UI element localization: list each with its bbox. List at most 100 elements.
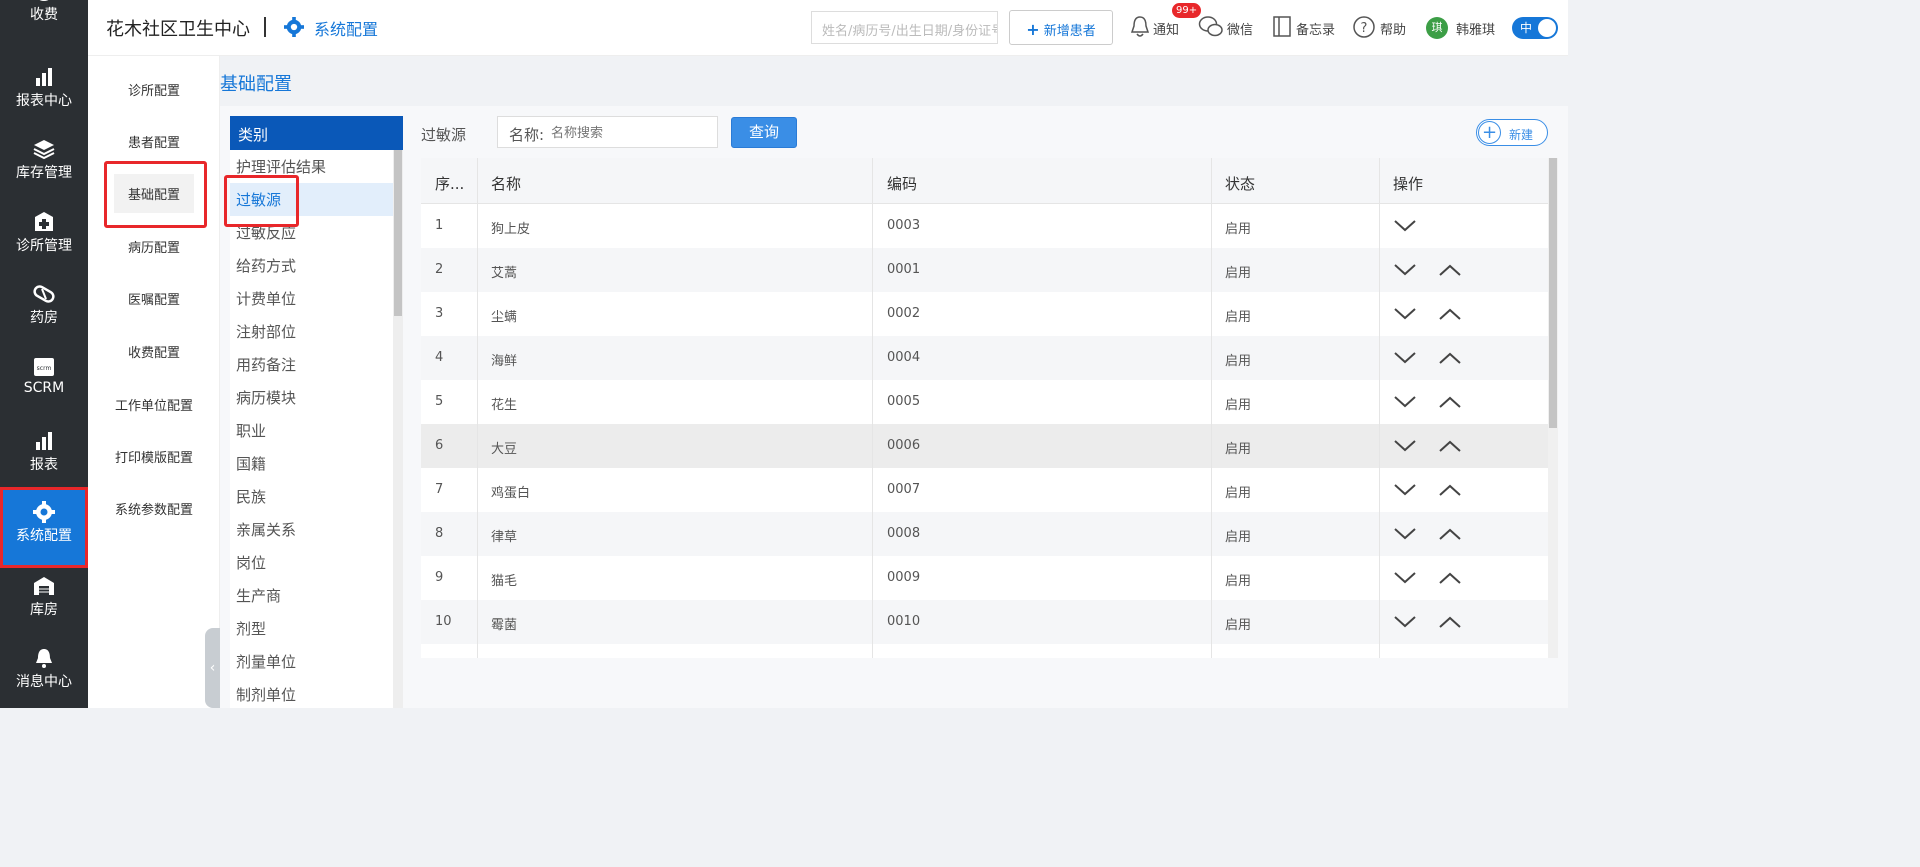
category-item[interactable]: 国籍 (230, 447, 393, 480)
new-patient-button[interactable]: + 新增患者 (1009, 10, 1113, 45)
new-patient-label: 新增患者 (1043, 24, 1096, 39)
cell-status: 启用 (1225, 618, 1252, 633)
category-item[interactable]: 制剂单位 (230, 678, 393, 711)
col-header-status[interactable]: 状态 (1211, 158, 1255, 204)
warehouse-icon (34, 577, 54, 595)
cell-no: 10 (435, 614, 452, 629)
submenu-patient-config[interactable]: 患者配置 (88, 132, 220, 151)
cell-no: 7 (435, 482, 444, 497)
notify-link[interactable]: 通知 (1153, 19, 1179, 38)
category-item[interactable]: 生产商 (230, 579, 393, 612)
left-sidebar: ¥ 收费 报表中心 库存管理 诊所管理 药房 scrm SCRM 报表 系统配置… (0, 0, 88, 708)
submenu-clinic-config[interactable]: 诊所配置 (88, 80, 220, 99)
category-item[interactable]: 岗位 (230, 546, 393, 579)
cell-name: 艾蒿 (491, 266, 518, 281)
scrollbar-thumb[interactable] (1549, 158, 1557, 428)
avatar[interactable]: 琪 (1426, 17, 1448, 39)
move-up-icon[interactable] (1438, 612, 1462, 632)
svg-text:?: ? (1361, 21, 1368, 36)
gear-icon (284, 17, 304, 37)
move-up-icon[interactable] (1438, 260, 1462, 280)
move-up-icon[interactable] (1438, 436, 1462, 456)
move-down-icon[interactable] (1393, 612, 1417, 632)
move-up-icon[interactable] (1438, 392, 1462, 412)
cell-code: 0008 (887, 526, 921, 541)
collapse-left-icon[interactable]: ‹ (205, 628, 220, 708)
nav-label: 药房 (30, 310, 58, 326)
col-header-code[interactable]: 编码 (873, 158, 917, 204)
category-item[interactable]: 计费单位 (230, 282, 393, 315)
wechat-icon (1198, 16, 1223, 37)
help-icon: ? (1353, 16, 1375, 38)
highlight-box (224, 175, 299, 227)
submenu-workunit-config[interactable]: 工作单位配置 (88, 395, 220, 414)
move-up-icon[interactable] (1438, 524, 1462, 544)
submenu-print-template-config[interactable]: 打印模版配置 (88, 447, 220, 466)
submenu-label: 病历配置 (127, 241, 180, 256)
move-down-icon[interactable] (1393, 568, 1417, 588)
move-up-icon[interactable] (1438, 568, 1462, 588)
category-item[interactable]: 民族 (230, 480, 393, 513)
submenu-label: 收费配置 (127, 346, 180, 361)
category-item[interactable]: 注射部位 (230, 315, 393, 348)
move-down-icon[interactable] (1393, 392, 1417, 412)
cell-name: 律草 (491, 530, 518, 545)
memo-link[interactable]: 备忘录 (1296, 19, 1335, 38)
user-name[interactable]: 韩雅琪 (1456, 19, 1495, 38)
move-down-icon[interactable] (1393, 524, 1417, 544)
nav-item-inventory[interactable]: 库存管理 (0, 128, 88, 200)
header-separator (264, 17, 266, 37)
name-search-input[interactable] (543, 118, 717, 146)
clinic-name: 花木社区卫生中心 (106, 19, 250, 40)
submenu-charge-config[interactable]: 收费配置 (88, 342, 220, 361)
nav-item-warehouse[interactable]: 库房 (0, 565, 88, 637)
query-button[interactable]: 查询 (731, 117, 797, 148)
category-item[interactable]: 职业 (230, 414, 393, 447)
category-item[interactable]: 剂型 (230, 612, 393, 645)
category-item[interactable]: 剂量单位 (230, 645, 393, 678)
nav-item-charge[interactable]: ¥ 收费 (0, 0, 88, 42)
nav-item-clinic-mgmt[interactable]: 诊所管理 (0, 201, 88, 273)
category-scrollbar[interactable] (393, 150, 403, 708)
category-item[interactable]: 给药方式 (230, 249, 393, 282)
nav-item-scrm[interactable]: scrm SCRM (0, 346, 88, 418)
submenu-label: 患者配置 (127, 136, 180, 151)
cell-name: 花生 (491, 398, 518, 413)
submenu-order-config[interactable]: 医嘱配置 (88, 289, 220, 308)
wechat-link[interactable]: 微信 (1227, 19, 1253, 38)
move-down-icon[interactable] (1393, 216, 1417, 236)
nav-item-pharmacy[interactable]: 药房 (0, 273, 88, 345)
move-down-icon[interactable] (1393, 348, 1417, 368)
cell-code: 0001 (887, 262, 921, 277)
col-header-no[interactable]: 序... (421, 158, 464, 204)
col-header-name[interactable]: 名称 (477, 158, 521, 204)
language-toggle[interactable]: 中 (1512, 17, 1558, 39)
new-button[interactable]: + 新建 (1476, 119, 1548, 146)
help-link[interactable]: 帮助 (1380, 19, 1406, 38)
toggle-label: 中 (1520, 21, 1533, 35)
table-scrollbar[interactable] (1548, 158, 1558, 658)
cell-status: 启用 (1225, 574, 1252, 589)
submenu-record-config[interactable]: 病历配置 (88, 237, 220, 256)
cell-code: 0004 (887, 350, 921, 365)
submenu-system-params-config[interactable]: 系统参数配置 (88, 499, 220, 518)
move-down-icon[interactable] (1393, 304, 1417, 324)
category-item[interactable]: 亲属关系 (230, 513, 393, 546)
scrollbar-thumb[interactable] (394, 150, 402, 316)
move-up-icon[interactable] (1438, 480, 1462, 500)
nav-item-report-center[interactable]: 报表中心 (0, 56, 88, 128)
cell-code: 0006 (887, 438, 921, 453)
move-up-icon[interactable] (1438, 304, 1462, 324)
patient-search-input[interactable]: 姓名/病历号/出生日期/身份证号 (811, 11, 998, 44)
category-item[interactable]: 用药备注 (230, 348, 393, 381)
nav-item-report[interactable]: 报表 (0, 420, 88, 492)
nav-item-message-center[interactable]: 消息中心 (0, 637, 88, 709)
move-down-icon[interactable] (1393, 480, 1417, 500)
move-up-icon[interactable] (1438, 348, 1462, 368)
top-header: 花木社区卫生中心 系统配置 姓名/病历号/出生日期/身份证号 + 新增患者 99… (88, 0, 1568, 56)
column-divider (872, 158, 873, 658)
move-down-icon[interactable] (1393, 260, 1417, 280)
nav-item-system-config[interactable]: 系统配置 (0, 487, 88, 568)
move-down-icon[interactable] (1393, 436, 1417, 456)
category-item[interactable]: 病历模块 (230, 381, 393, 414)
